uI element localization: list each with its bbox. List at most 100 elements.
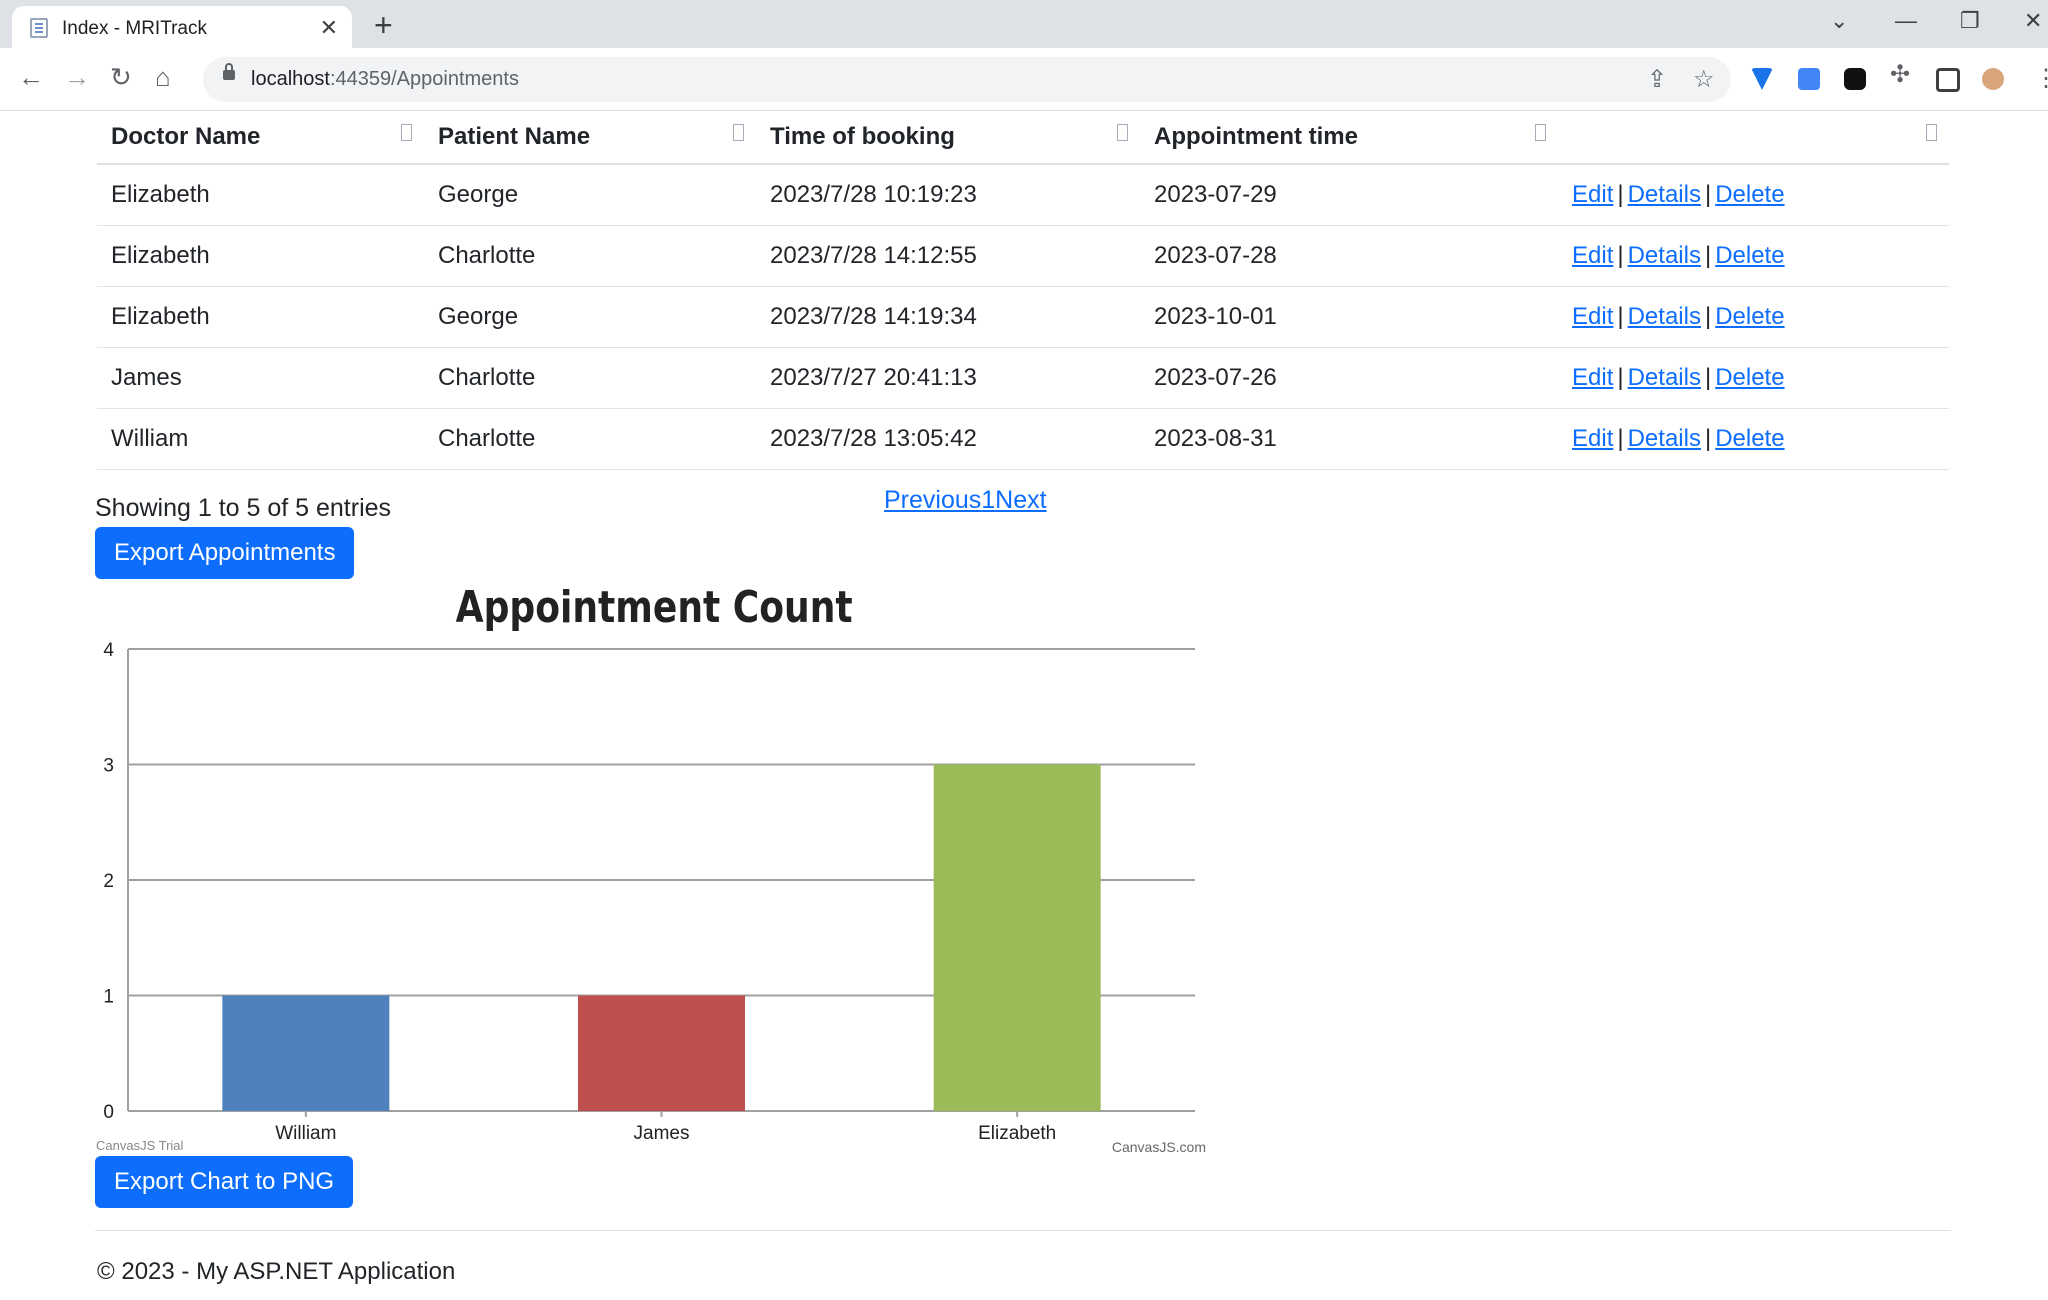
delete-link[interactable]: Delete	[1715, 242, 1784, 269]
cell-doctor: Elizabeth	[97, 225, 424, 287]
details-link[interactable]: Details	[1628, 181, 1701, 208]
lock-icon[interactable]	[223, 63, 235, 80]
sort-icon[interactable]	[401, 124, 412, 141]
separator: |	[1617, 181, 1624, 208]
delete-link[interactable]: Delete	[1715, 425, 1784, 452]
footer-divider	[95, 1230, 1951, 1231]
x-tick-label: James	[634, 1123, 690, 1144]
bar-james	[578, 995, 745, 1111]
export-chart-button[interactable]: Export Chart to PNG	[95, 1156, 354, 1208]
cell-booked: 2023/7/28 14:12:55	[756, 225, 1140, 287]
browser-menu-icon[interactable]: ⋮	[2034, 64, 2048, 93]
cell-doctor: James	[97, 347, 424, 409]
export-appointments-button[interactable]: Export Appointments	[95, 527, 355, 579]
column-header-booking-time[interactable]: Time of booking	[756, 111, 1140, 165]
address-bar[interactable]: localhost:44359/Appointments ⇪ ☆	[203, 57, 1731, 102]
y-tick-label: 0	[103, 1102, 114, 1123]
cell-doctor: Elizabeth	[97, 164, 424, 226]
details-link[interactable]: Details	[1628, 242, 1701, 269]
edit-link[interactable]: Edit	[1572, 242, 1613, 269]
extension-vpn-icon[interactable]	[1751, 68, 1773, 90]
browser-toolbar: ← → ↻ ⌂ localhost:44359/Appointments ⇪ ☆…	[0, 48, 2048, 111]
separator: |	[1617, 425, 1624, 452]
cell-patient: Charlotte	[424, 347, 756, 409]
sort-icon[interactable]	[733, 124, 744, 141]
cell-booked: 2023/7/28 14:19:34	[756, 286, 1140, 348]
delete-link[interactable]: Delete	[1715, 364, 1784, 391]
url-path: :44359/Appointments	[329, 68, 519, 90]
separator: |	[1704, 242, 1712, 269]
y-tick-label: 3	[103, 756, 114, 777]
bar-william	[222, 995, 390, 1111]
minimize-icon[interactable]: —	[1895, 8, 1917, 34]
side-panel-icon[interactable]	[1936, 68, 1960, 92]
sort-icon[interactable]	[1535, 124, 1546, 141]
edit-link[interactable]: Edit	[1572, 425, 1613, 452]
edit-link[interactable]: Edit	[1572, 303, 1613, 330]
browser-tab-strip: Index - MRITrack ✕ + ⌄ — ❐ ✕	[0, 0, 2048, 48]
details-link[interactable]: Details	[1628, 364, 1701, 391]
bookmark-star-icon[interactable]: ☆	[1693, 65, 1715, 94]
extensions-puzzle-icon[interactable]: ✣	[1890, 60, 1912, 88]
sort-icon[interactable]	[1926, 124, 1937, 141]
new-tab-icon[interactable]: +	[374, 7, 393, 44]
pagination-previous[interactable]: Previous	[884, 486, 981, 514]
separator: |	[1704, 425, 1712, 452]
column-header-actions[interactable]	[1558, 111, 1949, 165]
cell-doctor: William	[97, 408, 424, 470]
cell-appt: 2023-08-31	[1140, 408, 1558, 470]
cell-actions: Edit | Details | Delete	[1558, 164, 1949, 226]
table-row: Elizabeth George 2023/7/28 10:19:23 2023-07…	[97, 164, 1949, 226]
pagination-page-1[interactable]: 1	[981, 486, 995, 514]
table-info: Showing 1 to 5 of 5 entries	[95, 494, 392, 522]
appointment-count-chart: Appointment Count 0 1 2 3 4 William James Elizab…	[96, 583, 1206, 1155]
browser-tab[interactable]: Index - MRITrack ✕	[12, 6, 352, 48]
cell-appt: 2023-07-28	[1140, 225, 1558, 287]
restore-icon[interactable]: ❐	[1960, 8, 1980, 34]
table-row: William Charlotte 2023/7/28 13:05:42 2023-0…	[97, 408, 1949, 470]
edit-link[interactable]: Edit	[1572, 364, 1613, 391]
sort-icon[interactable]	[1117, 124, 1128, 141]
delete-link[interactable]: Delete	[1715, 181, 1784, 208]
appointments-table: Doctor Name Patient Name Time of booking…	[97, 111, 1949, 470]
cell-patient: George	[424, 286, 756, 348]
y-tick-label: 1	[103, 987, 114, 1008]
edit-link[interactable]: Edit	[1572, 181, 1613, 208]
footer-text: © 2023 - My ASP.NET Application	[97, 1258, 456, 1285]
extension-translate-icon[interactable]	[1798, 68, 1820, 90]
reload-icon[interactable]: ↻	[110, 62, 132, 93]
pagination-next[interactable]: Next	[995, 486, 1046, 514]
column-header-doctor[interactable]: Doctor Name	[97, 111, 424, 165]
separator: |	[1617, 303, 1624, 330]
table-row: James Charlotte 2023/7/27 20:41:13 2023-07-…	[97, 347, 1949, 409]
cell-booked: 2023/7/28 13:05:42	[756, 408, 1140, 470]
cell-appt: 2023-10-01	[1140, 286, 1558, 348]
table-row: Elizabeth George 2023/7/28 14:19:34 2023-10…	[97, 286, 1949, 348]
separator: |	[1617, 242, 1624, 269]
extension-tampermonkey-icon[interactable]	[1844, 68, 1866, 90]
profile-avatar-icon[interactable]	[1982, 68, 2004, 90]
forward-icon[interactable]: →	[64, 62, 90, 93]
cell-patient: Charlotte	[424, 408, 756, 470]
cell-appt: 2023-07-26	[1140, 347, 1558, 409]
tab-search-icon[interactable]: ⌄	[1830, 8, 1848, 34]
home-icon[interactable]: ⌂	[155, 62, 171, 93]
pagination: Previous1Next	[884, 486, 1047, 515]
url-host: localhost	[251, 68, 330, 90]
chart-watermark-trial: CanvasJS Trial	[96, 1138, 184, 1153]
cell-patient: Charlotte	[424, 225, 756, 287]
cell-doctor: Elizabeth	[97, 286, 424, 348]
details-link[interactable]: Details	[1628, 303, 1701, 330]
back-icon[interactable]: ←	[18, 62, 44, 93]
delete-link[interactable]: Delete	[1715, 303, 1784, 330]
cell-booked: 2023/7/27 20:41:13	[756, 347, 1140, 409]
share-icon[interactable]: ⇪	[1647, 65, 1667, 94]
cell-actions: Edit | Details | Delete	[1558, 408, 1949, 470]
column-header-appointment-time[interactable]: Appointment time	[1140, 111, 1558, 165]
window-close-icon[interactable]: ✕	[2024, 8, 2042, 34]
column-header-patient[interactable]: Patient Name	[424, 111, 756, 165]
table-row: Elizabeth Charlotte 2023/7/28 14:12:55 2023…	[97, 225, 1949, 287]
details-link[interactable]: Details	[1628, 425, 1701, 452]
separator: |	[1704, 181, 1712, 208]
close-tab-icon[interactable]: ✕	[320, 15, 338, 41]
